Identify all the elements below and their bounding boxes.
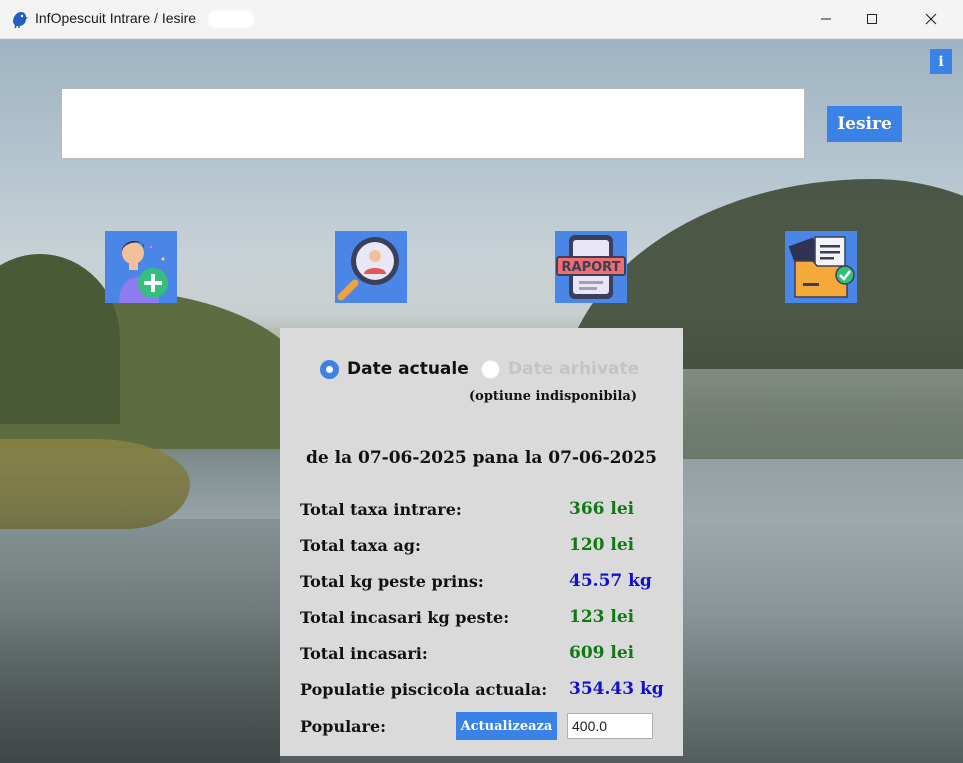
maximize-button[interactable]: [849, 0, 895, 38]
population-input[interactable]: [567, 713, 653, 739]
info-button[interactable]: i: [930, 49, 952, 74]
reeds: [0, 439, 190, 529]
card-input-field[interactable]: [61, 88, 805, 159]
population-label: Populare:: [300, 717, 387, 736]
stat-fish-population-label: Populatie piscicola actuala:: [300, 680, 548, 699]
radio-archived-label: Date arhivate: [508, 359, 640, 379]
maximize-icon: [867, 14, 877, 24]
report-button[interactable]: RAPORT: [555, 231, 627, 303]
stat-total-income-label: Total incasari:: [300, 644, 428, 663]
stat-entry-fee-value: 366 lei: [569, 499, 635, 519]
stat-fish-caught-label: Total kg peste prins:: [300, 572, 484, 591]
stat-fish-income-value: 123 lei: [569, 607, 635, 627]
add-person-icon: [105, 231, 177, 303]
stat-ag-fee-label: Total taxa ag:: [300, 536, 421, 555]
date-range: de la 07-06-2025 pana la 07-06-2025: [306, 448, 657, 468]
radio-current-data[interactable]: [320, 360, 339, 379]
window-title: InfOpescuit Intrare / Iesire: [35, 10, 197, 26]
search-person-button[interactable]: [335, 231, 407, 303]
minimize-button[interactable]: [803, 0, 849, 38]
stat-fish-income-label: Total incasari kg peste:: [300, 608, 510, 627]
window-titlebar: InfOpescuit Intrare / Iesire: [0, 0, 963, 39]
water-shadow: [0, 519, 280, 763]
update-button[interactable]: Actualizeaza: [456, 712, 557, 740]
stat-fish-population-value: 354.43 kg: [569, 679, 664, 699]
close-button[interactable]: [908, 0, 954, 38]
documents-folder-button[interactable]: [785, 231, 857, 303]
minimize-icon: [821, 18, 831, 20]
unavailable-note: (optiune indisponibila): [469, 389, 637, 404]
stat-ag-fee-value: 120 lei: [569, 535, 635, 555]
add-person-button[interactable]: [105, 231, 177, 303]
radio-archived-data: [481, 360, 500, 379]
trees-left: [0, 254, 120, 424]
bird-app-icon: [10, 9, 30, 29]
documents-folder-icon: [785, 231, 857, 303]
exit-button[interactable]: Iesire: [827, 106, 902, 142]
svg-text:RAPORT: RAPORT: [562, 260, 621, 275]
stats-panel: Date actuale Date arhivate (optiune indi…: [280, 328, 683, 756]
radio-current-label[interactable]: Date actuale: [347, 359, 469, 379]
search-person-icon: [335, 231, 407, 303]
stat-fish-caught-value: 45.57 kg: [569, 571, 652, 591]
close-icon: [925, 13, 937, 25]
stat-total-income-value: 609 lei: [569, 643, 635, 663]
title-redaction: [208, 10, 254, 28]
stat-entry-fee-label: Total taxa intrare:: [300, 500, 462, 519]
report-icon: RAPORT: [555, 231, 627, 303]
